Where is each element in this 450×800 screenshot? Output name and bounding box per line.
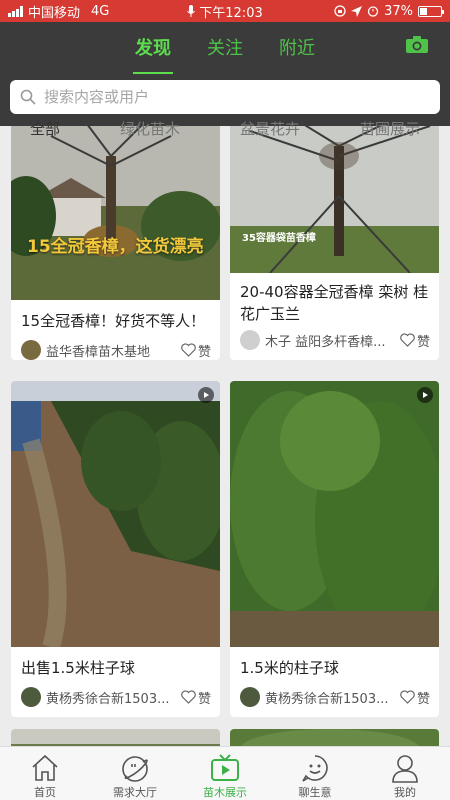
heart-icon [400,333,415,347]
nav-label: 苗木展示 [203,786,247,799]
heart-icon [181,690,196,704]
nav-label: 需求大厅 [113,786,157,799]
feed-card[interactable] [230,729,439,746]
card-title: 出售1.5米柱子球 [21,659,135,677]
person-icon [392,755,418,783]
rotation-lock-icon [334,5,346,17]
card-author[interactable]: 益华香樟苗木基地 [46,341,177,360]
card-author[interactable]: 木子 益阳多杆香樟... [265,331,396,350]
card-author[interactable]: 黄杨秀徐合新1503... [46,688,177,707]
category-bonsai-flowers[interactable]: 盆景花卉 [240,118,300,140]
card-overlay-text: 35容器袋苗香樟 [242,233,316,244]
card-meta: 黄杨秀徐合新1503... 赞 [21,686,211,708]
card-image [230,381,439,647]
category-all[interactable]: 全部 [30,118,60,140]
feed-card[interactable]: 35容器袋苗香樟 20-40容器全冠香樟 栾树 桂花广玉兰 木子 益阳多杆香樟.… [230,126,439,360]
video-play-icon[interactable] [417,387,433,403]
card-title: 15全冠香樟！好货不等人！ [21,312,206,330]
like-label: 赞 [197,344,211,360]
planet-icon [122,756,148,782]
category-strip: 全部 绿化苗木 盆景花卉 苗圃展示 [0,118,450,140]
feed: 15全冠香樟，这货漂亮 15全冠香樟！好货不等人！ 益华香樟苗木基地 赞 35容… [0,126,450,746]
avatar[interactable] [21,340,41,360]
heart-icon [400,690,415,704]
category-greening-seedlings[interactable]: 绿化苗木 [120,118,180,140]
avatar[interactable] [240,330,260,350]
tab-nearby[interactable]: 附近 [275,32,319,66]
search-bar[interactable] [10,80,440,114]
card-image [11,126,220,300]
like-label: 赞 [416,691,430,707]
card-meta: 木子 益阳多杆香樟... 赞 [240,329,430,351]
home-icon [32,754,58,781]
like-label: 赞 [416,334,430,350]
card-image [11,381,220,647]
search-input[interactable] [44,88,404,106]
like-button[interactable]: 赞 [400,331,430,350]
chat-face-icon [302,755,328,782]
feed-card[interactable] [11,729,220,746]
card-meta: 黄杨秀徐合新1503... 赞 [240,686,430,708]
nav-me[interactable]: 我的 [360,747,450,800]
tv-icon [211,754,239,781]
like-button[interactable]: 赞 [181,341,211,360]
signal-icon [8,5,23,17]
top-tabs: 发现 关注 附近 [0,32,450,74]
feed-card[interactable]: 1.5米的柱子球 黄杨秀徐合新1503... 赞 [230,381,439,717]
nav-demand-hall[interactable]: 需求大厅 [90,747,180,800]
battery-percent: 37% [384,3,413,19]
card-overlay-text: 15全冠香樟，这货漂亮 [27,237,204,257]
network-type: 4G [91,3,110,19]
carrier: 中国移动 [28,5,81,21]
location-icon [351,5,363,17]
nav-seedling-display[interactable]: 苗木展示 [180,747,270,800]
alarm-icon [367,6,379,17]
status-right: 37% [334,3,444,19]
nav-label: 我的 [394,786,416,799]
battery-icon [418,5,444,17]
card-image [230,126,439,273]
avatar[interactable] [21,687,41,707]
card-title: 20-40容器全冠香樟 栾树 桂花广玉兰 [240,283,429,323]
like-button[interactable]: 赞 [400,688,430,707]
category-nursery-display[interactable]: 苗圃展示 [360,118,420,140]
header: 发现 关注 附近 [0,22,450,126]
status-bar: 中国移动 4G 下午12:03 37% [0,0,450,22]
heart-icon [181,343,196,357]
search-icon [20,89,36,105]
card-meta: 益华香樟苗木基地 赞 [21,339,211,360]
feed-card[interactable]: 15全冠香樟，这货漂亮 15全冠香樟！好货不等人！ 益华香樟苗木基地 赞 [11,126,220,360]
avatar[interactable] [240,687,260,707]
nav-label: 首页 [34,786,56,799]
nav-home[interactable]: 首页 [0,747,90,800]
video-play-icon[interactable] [198,387,214,403]
like-label: 赞 [197,691,211,707]
nav-label: 聊生意 [298,786,332,799]
camera-icon[interactable] [406,36,428,53]
card-author[interactable]: 黄杨秀徐合新1503... [265,688,396,707]
feed-card[interactable]: 出售1.5米柱子球 黄杨秀徐合新1503... 赞 [11,381,220,717]
card-image [230,729,439,746]
nav-chat-business[interactable]: 聊生意 [270,747,360,800]
battery-fill [420,7,428,15]
card-image [11,729,220,746]
tab-following[interactable]: 关注 [203,32,247,66]
status-left: 中国移动 4G [8,2,334,21]
like-button[interactable]: 赞 [181,688,211,707]
bottom-nav: 首页 需求大厅 苗木展示 聊生意 我的 [0,746,450,800]
card-title: 1.5米的柱子球 [240,659,339,677]
tab-discover[interactable]: 发现 [131,32,175,74]
